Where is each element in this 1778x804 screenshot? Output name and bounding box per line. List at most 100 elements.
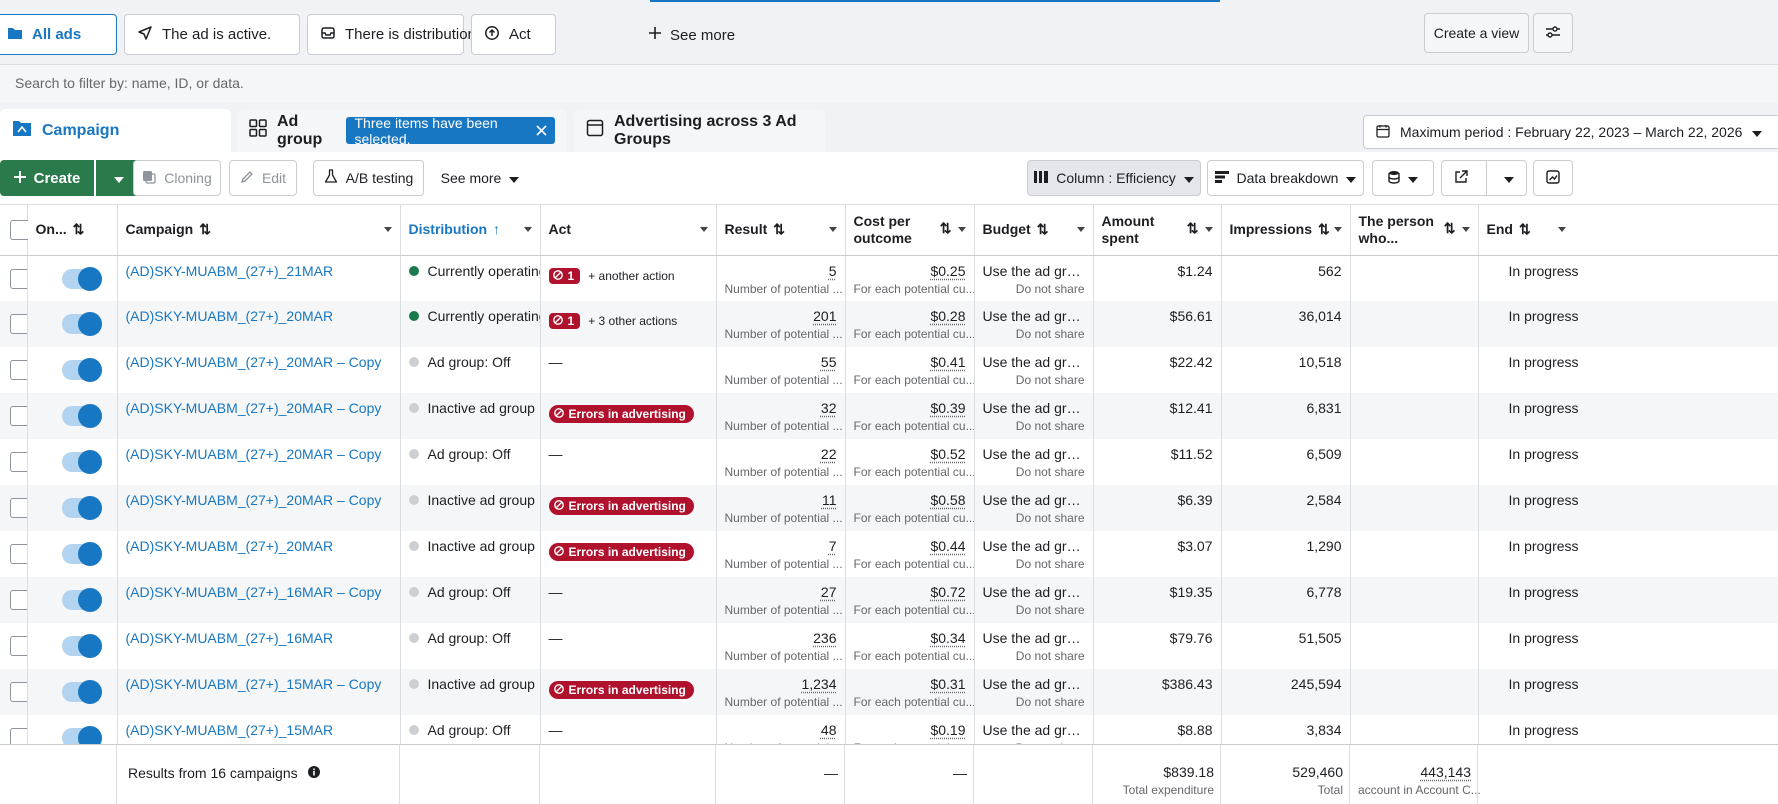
column-header-cost-per-outcome[interactable]: Cost per outcome ⇅ bbox=[845, 205, 975, 256]
row-checkbox[interactable] bbox=[10, 590, 26, 610]
campaign-toggle[interactable] bbox=[61, 312, 102, 336]
column-menu-icon[interactable] bbox=[699, 227, 708, 232]
result-value[interactable]: 7 bbox=[725, 531, 837, 554]
tab-campaign[interactable]: Campaign bbox=[0, 109, 231, 152]
row-checkbox[interactable] bbox=[10, 636, 26, 656]
cost-value[interactable]: $0.58 bbox=[854, 485, 965, 508]
result-value[interactable]: 32 bbox=[725, 393, 837, 416]
more-actions-link[interactable]: + another action bbox=[588, 269, 674, 283]
table-row[interactable]: (AD)SKY-MUABM_(27+)_21MAR Currently opera… bbox=[0, 255, 1778, 301]
clear-selection-icon[interactable] bbox=[536, 123, 547, 139]
sort-icon[interactable]: ⇅ bbox=[1444, 220, 1456, 237]
table-row[interactable]: (AD)SKY-MUABM_(27+)_20MAR Currently opera… bbox=[0, 301, 1778, 347]
column-header-impressions[interactable]: Impressions ⇅ bbox=[1221, 205, 1351, 256]
column-header-result[interactable]: Result ⇅ bbox=[716, 205, 846, 256]
filter-tab-act[interactable]: Act bbox=[471, 14, 556, 55]
export-dropdown-button[interactable] bbox=[1441, 160, 1527, 196]
cost-value[interactable]: $0.52 bbox=[854, 439, 965, 462]
column-menu-icon[interactable] bbox=[1461, 227, 1470, 232]
reports-dropdown-button[interactable] bbox=[1372, 160, 1434, 196]
column-header-act[interactable]: Act bbox=[540, 205, 717, 256]
column-menu-icon[interactable] bbox=[523, 227, 532, 232]
create-button[interactable]: Create bbox=[0, 160, 94, 196]
column-menu-icon[interactable] bbox=[1557, 227, 1566, 232]
sort-icon[interactable]: ⇅ bbox=[773, 221, 785, 238]
cost-value[interactable]: $0.19 bbox=[854, 715, 965, 738]
ad-errors-badge[interactable]: Errors in advertising bbox=[548, 405, 694, 423]
column-header-amount-spent[interactable]: Amount spent ⇅ bbox=[1093, 205, 1222, 256]
cloning-button[interactable]: Cloning bbox=[133, 160, 221, 196]
row-checkbox[interactable] bbox=[10, 498, 26, 518]
result-value[interactable]: 1,234 bbox=[725, 669, 836, 692]
ad-errors-badge[interactable]: Errors in advertising bbox=[548, 497, 694, 515]
sort-icon[interactable]: ⇅ bbox=[1187, 220, 1199, 237]
cost-value[interactable]: $0.31 bbox=[854, 669, 965, 692]
campaign-toggle[interactable] bbox=[61, 358, 102, 382]
ab-testing-button[interactable]: A/B testing bbox=[313, 160, 424, 196]
column-menu-icon[interactable] bbox=[828, 227, 837, 232]
actions-summary[interactable]: 1 + another action bbox=[548, 256, 708, 284]
edit-button[interactable]: Edit bbox=[229, 160, 297, 196]
cost-value[interactable]: $0.34 bbox=[854, 623, 965, 646]
more-actions-link[interactable]: + 3 other actions bbox=[588, 314, 677, 328]
campaign-name-link[interactable]: (AD)SKY-MUABM_(27+)_20MAR bbox=[126, 301, 392, 324]
campaign-toggle[interactable] bbox=[61, 588, 102, 612]
row-checkbox[interactable] bbox=[10, 682, 26, 702]
filter-settings-button[interactable] bbox=[1533, 13, 1573, 53]
result-value[interactable]: 11 bbox=[725, 485, 837, 508]
column-header-reach[interactable]: The person who... ⇅ bbox=[1350, 205, 1479, 256]
table-row[interactable]: (AD)SKY-MUABM_(27+)_20MAR – Copy Ad group… bbox=[0, 347, 1778, 393]
column-menu-icon[interactable] bbox=[383, 227, 392, 232]
sort-icon[interactable]: ⇅ bbox=[1037, 221, 1049, 238]
campaign-name-link[interactable]: (AD)SKY-MUABM_(27+)_15MAR – Copy bbox=[126, 669, 392, 692]
campaign-toggle[interactable] bbox=[61, 634, 102, 658]
column-menu-icon[interactable] bbox=[1333, 227, 1342, 232]
campaign-name-link[interactable]: (AD)SKY-MUABM_(27+)_20MAR bbox=[126, 531, 392, 554]
search-input[interactable]: Search to filter by: name, ID, or data. bbox=[15, 75, 244, 91]
campaign-name-link[interactable]: (AD)SKY-MUABM_(27+)_20MAR – Copy bbox=[126, 439, 392, 462]
column-header-on[interactable]: On... ⇅ bbox=[27, 205, 118, 256]
table-row[interactable]: (AD)SKY-MUABM_(27+)_15MAR – Copy Inactive… bbox=[0, 669, 1778, 715]
column-menu-icon[interactable] bbox=[1076, 227, 1085, 232]
cost-value[interactable]: $0.72 bbox=[854, 577, 965, 600]
row-checkbox[interactable] bbox=[10, 728, 26, 744]
result-value[interactable]: 55 bbox=[725, 347, 837, 370]
row-checkbox[interactable] bbox=[10, 406, 26, 426]
campaign-toggle[interactable] bbox=[61, 496, 102, 520]
cost-value[interactable]: $0.41 bbox=[854, 347, 965, 370]
result-value[interactable]: 27 bbox=[725, 577, 837, 600]
campaign-toggle[interactable] bbox=[61, 542, 102, 566]
row-checkbox[interactable] bbox=[10, 314, 26, 334]
cost-value[interactable]: $0.25 bbox=[854, 256, 965, 279]
sort-icon[interactable]: ⇅ bbox=[940, 220, 952, 237]
column-menu-icon[interactable] bbox=[1204, 227, 1213, 232]
campaign-toggle[interactable] bbox=[61, 266, 102, 291]
ad-errors-badge[interactable]: Errors in advertising bbox=[548, 681, 694, 699]
sort-icon[interactable]: ⇅ bbox=[199, 221, 211, 238]
create-view-button[interactable]: Create a view bbox=[1424, 13, 1529, 53]
campaign-name-link[interactable]: (AD)SKY-MUABM_(27+)_21MAR bbox=[126, 256, 392, 279]
table-row[interactable]: (AD)SKY-MUABM_(27+)_20MAR Inactive ad gro… bbox=[0, 531, 1778, 577]
cost-value[interactable]: $0.39 bbox=[854, 393, 965, 416]
sort-icon[interactable]: ⇅ bbox=[1519, 221, 1531, 238]
sort-icon[interactable]: ⇅ bbox=[73, 221, 85, 238]
row-checkbox[interactable] bbox=[10, 452, 26, 472]
cost-value[interactable]: $0.28 bbox=[854, 301, 965, 324]
column-header-budget[interactable]: Budget ⇅ bbox=[974, 205, 1094, 256]
campaign-name-link[interactable]: (AD)SKY-MUABM_(27+)_20MAR – Copy bbox=[126, 347, 392, 370]
filter-tab-all-ads[interactable]: All ads bbox=[0, 14, 117, 55]
campaign-toggle[interactable] bbox=[61, 726, 102, 744]
table-row[interactable]: (AD)SKY-MUABM_(27+)_20MAR – Copy Inactive… bbox=[0, 393, 1778, 439]
column-menu-icon[interactable] bbox=[957, 227, 966, 232]
result-value[interactable]: 22 bbox=[725, 439, 837, 462]
campaign-toggle[interactable] bbox=[61, 450, 102, 474]
table-row[interactable]: (AD)SKY-MUABM_(27+)_20MAR – Copy Inactive… bbox=[0, 485, 1778, 531]
ad-errors-badge[interactable]: Errors in advertising bbox=[548, 543, 694, 561]
column-header-end[interactable]: End ⇅ bbox=[1478, 205, 1778, 256]
see-more-actions-button[interactable]: See more bbox=[432, 160, 528, 196]
campaign-name-link[interactable]: (AD)SKY-MUABM_(27+)_20MAR – Copy bbox=[126, 393, 392, 416]
tab-ad-group[interactable]: Ad group Three items have been selected. bbox=[237, 109, 567, 152]
campaign-name-link[interactable]: (AD)SKY-MUABM_(27+)_15MAR bbox=[126, 715, 392, 738]
tab-ads[interactable]: Advertising across 3 Ad Groups bbox=[574, 109, 825, 152]
sort-ascending-icon[interactable]: ↑ bbox=[493, 221, 500, 238]
